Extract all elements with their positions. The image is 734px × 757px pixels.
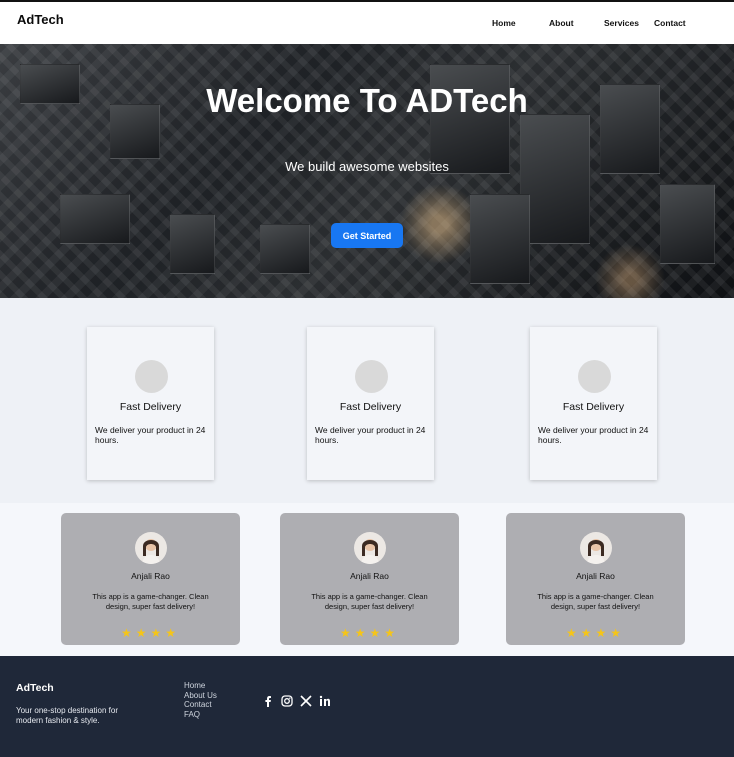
nav-about-link[interactable]: About — [549, 18, 574, 28]
star-icon: ★ — [339, 626, 355, 640]
footer-brand: AdTech — [16, 682, 54, 694]
feature-card: Fast Delivery We deliver your product in… — [530, 327, 657, 480]
feature-icon-placeholder — [577, 360, 611, 393]
testimonial-card: Anjali Rao This app is a game-changer. C… — [506, 513, 685, 645]
x-icon[interactable] — [300, 694, 312, 707]
testimonial-card: Anjali Rao This app is a game-changer. C… — [61, 513, 240, 645]
nav-home-link[interactable]: Home — [492, 18, 516, 28]
testimonial-quote: This app is a game-changer. Clean design… — [537, 592, 654, 611]
testimonial-name: Anjali Rao — [350, 571, 389, 581]
star-icon: ★ — [369, 626, 385, 640]
star-icon: ★ — [580, 626, 596, 640]
rating-stars: ★★★★ — [280, 626, 459, 640]
star-icon: ★ — [135, 626, 151, 640]
footer-link-faq[interactable]: FAQ — [184, 710, 217, 720]
site-header: AdTech Home About Services Contact — [0, 2, 734, 44]
features-section: Fast Delivery We deliver your product in… — [0, 298, 734, 503]
site-footer: AdTech Your one-stop destination for mod… — [0, 656, 734, 757]
feature-title: Fast Delivery — [119, 401, 182, 413]
avatar — [353, 532, 386, 564]
testimonial-quote: This app is a game-changer. Clean design… — [92, 592, 209, 611]
footer-link-home[interactable]: Home — [184, 681, 217, 691]
feature-description: We deliver your product in 24 hours. — [95, 425, 206, 445]
get-started-button[interactable]: Get Started — [331, 223, 403, 248]
star-icon: ★ — [150, 626, 166, 640]
feature-description: We deliver your product in 24 hours. — [315, 425, 426, 445]
testimonial-name: Anjali Rao — [576, 571, 615, 581]
star-icon: ★ — [120, 626, 136, 640]
footer-tagline: Your one-stop destination for modern fas… — [16, 706, 118, 725]
testimonial-name: Anjali Rao — [131, 571, 170, 581]
hero-decor-block — [520, 114, 590, 244]
feature-card: Fast Delivery We deliver your product in… — [87, 327, 214, 480]
testimonial-quote: This app is a game-changer. Clean design… — [311, 592, 428, 611]
star-icon: ★ — [354, 626, 370, 640]
rating-stars: ★★★★ — [506, 626, 685, 640]
star-icon: ★ — [610, 626, 626, 640]
instagram-icon[interactable] — [281, 694, 293, 707]
social-links — [262, 694, 331, 707]
feature-description: We deliver your product in 24 hours. — [538, 425, 649, 445]
star-icon: ★ — [565, 626, 581, 640]
testimonial-card: Anjali Rao This app is a game-changer. C… — [280, 513, 459, 645]
feature-icon-placeholder — [134, 360, 168, 393]
star-icon: ★ — [384, 626, 400, 640]
feature-icon-placeholder — [354, 360, 388, 393]
hero-decor-block — [470, 194, 530, 284]
avatar — [579, 532, 612, 564]
hero-title: Welcome To ADTech — [206, 82, 528, 119]
star-icon: ★ — [595, 626, 611, 640]
hero-decor-block — [260, 224, 310, 274]
hero-decor-block — [60, 194, 130, 244]
hero-subtitle: We build awesome websites — [285, 159, 449, 174]
feature-title: Fast Delivery — [339, 401, 402, 413]
hero-decor-block — [170, 214, 215, 274]
nav-services-link[interactable]: Services — [604, 18, 639, 28]
avatar — [134, 532, 167, 564]
footer-link-contact[interactable]: Contact — [184, 700, 217, 710]
hero-banner: Welcome To ADTech We build awesome websi… — [0, 44, 734, 298]
facebook-icon[interactable] — [262, 694, 274, 707]
linkedin-icon[interactable] — [319, 694, 331, 706]
hero-decor-block — [660, 184, 715, 264]
feature-title: Fast Delivery — [562, 401, 625, 413]
star-icon: ★ — [165, 626, 181, 640]
brand-logo[interactable]: AdTech — [17, 12, 64, 27]
footer-link-about[interactable]: About Us — [184, 691, 217, 701]
footer-links: Home About Us Contact FAQ — [184, 681, 217, 719]
nav-contact-link[interactable]: Contact — [654, 18, 686, 28]
feature-card: Fast Delivery We deliver your product in… — [307, 327, 434, 480]
rating-stars: ★★★★ — [61, 626, 240, 640]
testimonials-section: Anjali Rao This app is a game-changer. C… — [0, 503, 734, 656]
